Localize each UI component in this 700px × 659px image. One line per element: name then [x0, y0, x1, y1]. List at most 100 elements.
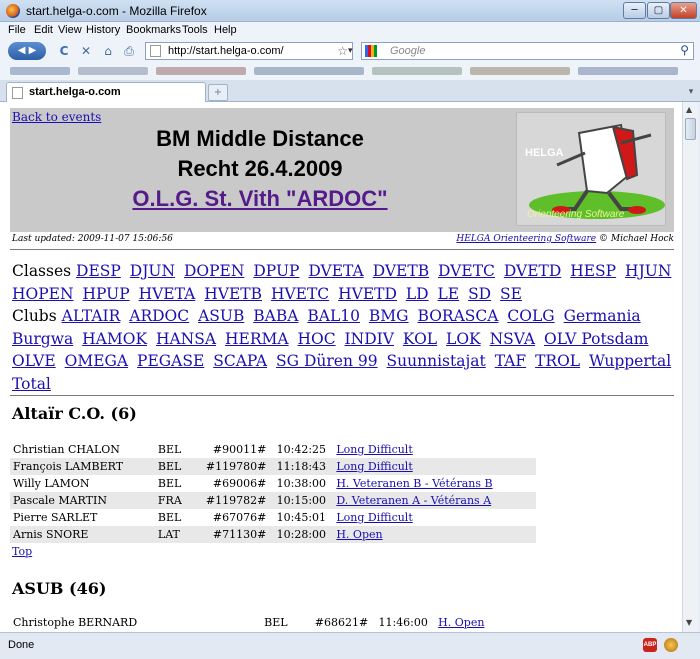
club-link[interactable]: LOK	[446, 330, 481, 348]
bookmark-item[interactable]	[10, 67, 70, 75]
club-link[interactable]: HERMA	[225, 330, 289, 348]
club-link[interactable]: TROL	[535, 352, 580, 370]
scrollbar-thumb[interactable]	[685, 118, 696, 140]
club-link[interactable]: OMEGA	[65, 352, 128, 370]
class-link[interactable]: HVETA	[139, 285, 196, 303]
scroll-down-icon[interactable]: ▼	[686, 618, 692, 627]
search-icon[interactable]: ⚲	[680, 42, 689, 58]
reload-icon[interactable]: C	[56, 42, 72, 60]
class-link[interactable]: SD	[468, 285, 491, 303]
bookmark-item[interactable]	[254, 67, 364, 75]
class-link[interactable]: HVETD	[338, 285, 397, 303]
runner-class-link[interactable]: Long Difficult	[336, 460, 412, 473]
club-link[interactable]: Total	[12, 375, 51, 393]
club-link[interactable]: BABA	[253, 307, 298, 325]
club-link[interactable]: PEGASE	[137, 352, 204, 370]
class-link[interactable]: SE	[500, 285, 522, 303]
home-icon[interactable]: ⌂	[100, 42, 116, 60]
class-link[interactable]: LD	[406, 285, 429, 303]
maximize-button[interactable]: ▢	[647, 2, 670, 19]
class-link[interactable]: DVETA	[308, 262, 363, 280]
club-link[interactable]: HAMOK	[82, 330, 147, 348]
club-link[interactable]: COLG	[507, 307, 554, 325]
google-icon[interactable]	[365, 45, 377, 57]
url-dropdown-icon[interactable]: ▾	[348, 42, 362, 60]
club-link[interactable]: BMG	[369, 307, 409, 325]
class-link[interactable]: HOPEN	[12, 285, 74, 303]
search-bar[interactable]: Google ⚲	[361, 42, 694, 60]
clubs-label: Clubs	[12, 307, 57, 325]
back-to-events-link[interactable]: Back to events	[12, 110, 101, 124]
helga-software-link[interactable]: HELGA Orienteering Software	[456, 234, 596, 244]
club-link[interactable]: ALTAIR	[62, 307, 121, 325]
menu-edit[interactable]: Edit	[34, 24, 53, 36]
club-link[interactable]: BAL10	[307, 307, 360, 325]
club-link[interactable]: SCAPA	[213, 352, 267, 370]
class-link[interactable]: DVETD	[504, 262, 561, 280]
runner-class-link[interactable]: Long Difficult	[336, 511, 412, 524]
scroll-up-icon[interactable]: ▲	[686, 105, 692, 114]
class-link[interactable]: DVETB	[373, 262, 429, 280]
runner-name-cell: Christian CHALON	[13, 443, 120, 456]
club-link[interactable]: Wuppertal	[589, 352, 671, 370]
bookmark-item[interactable]	[156, 67, 246, 75]
class-link[interactable]: DVETC	[438, 262, 495, 280]
runner-class-link[interactable]: D. Veteranen A - Vétérans A	[336, 494, 491, 507]
club-link[interactable]: ASUB	[198, 307, 244, 325]
class-link[interactable]: HJUN	[625, 262, 671, 280]
club-link[interactable]: HOC	[298, 330, 336, 348]
vertical-scrollbar[interactable]: ▲ ▼	[682, 102, 698, 632]
menu-tools[interactable]: Tools	[182, 24, 208, 36]
club-link[interactable]: Germania	[564, 307, 641, 325]
club-link[interactable]: HANSA	[156, 330, 216, 348]
club-link[interactable]: Burgwa	[12, 330, 73, 348]
new-tab-button[interactable]: +	[208, 84, 228, 101]
class-link[interactable]: HVETB	[204, 285, 262, 303]
club-link[interactable]: BORASCA	[418, 307, 499, 325]
club-link[interactable]: ARDOC	[129, 307, 189, 325]
table-row: Pascale MARTIN FRA #119782# 10:15:00 D. Vete…	[10, 492, 536, 509]
club-link[interactable]: KOL	[403, 330, 437, 348]
class-link[interactable]: DPUP	[253, 262, 299, 280]
class-link[interactable]: LE	[438, 285, 460, 303]
class-link[interactable]: DESP	[76, 262, 121, 280]
runner-class-link[interactable]: H. Open	[438, 616, 484, 629]
class-link[interactable]: HESP	[570, 262, 616, 280]
top-link[interactable]: Top	[12, 545, 32, 558]
runner-class-link[interactable]: Long Difficult	[336, 443, 412, 456]
club-link[interactable]: TAF	[495, 352, 526, 370]
adblock-icon[interactable]: ABP	[643, 638, 657, 652]
bookmark-item[interactable]	[470, 67, 570, 75]
menu-help[interactable]: Help	[214, 24, 237, 36]
stop-icon[interactable]: ✕	[78, 42, 94, 60]
close-button[interactable]: ✕	[670, 2, 697, 19]
organizer-club-link[interactable]: O.L.G. St. Vith "ARDOC"	[132, 186, 387, 211]
class-link[interactable]: HPUP	[82, 285, 129, 303]
class-link[interactable]: DOPEN	[184, 262, 244, 280]
menu-view[interactable]: View	[58, 24, 82, 36]
runner-class-link[interactable]: H. Veteranen B - Vétérans B	[336, 477, 492, 490]
club-link[interactable]: SG Düren 99	[276, 352, 378, 370]
bookmark-item[interactable]	[78, 67, 148, 75]
club-link[interactable]: INDIV	[345, 330, 394, 348]
minimize-button[interactable]: ─	[623, 2, 646, 19]
tab-active[interactable]: start.helga-o.com	[6, 82, 206, 102]
club-link[interactable]: NSVA	[490, 330, 536, 348]
class-link[interactable]: HVETC	[271, 285, 329, 303]
bookmark-item[interactable]	[372, 67, 462, 75]
menu-file[interactable]: File	[8, 24, 26, 36]
runner-class-link[interactable]: H. Open	[336, 528, 382, 541]
greasemonkey-icon[interactable]	[664, 638, 678, 652]
bookmark-star-icon[interactable]: ☆	[337, 43, 348, 59]
bookmark-item[interactable]	[578, 67, 678, 75]
club-link[interactable]: OLV Potsdam	[544, 330, 648, 348]
menu-history[interactable]: History	[86, 24, 120, 36]
back-forward-button[interactable]: ◀ ▶	[8, 42, 46, 60]
url-bar[interactable]: http://start.helga-o.com/ ☆	[145, 42, 353, 60]
class-link[interactable]: DJUN	[130, 262, 175, 280]
menu-bookmarks[interactable]: Bookmarks	[126, 24, 181, 36]
club-link[interactable]: Suunnistajat	[387, 352, 486, 370]
tab-list-icon[interactable]: ▾	[684, 84, 698, 100]
print-icon[interactable]: ⎙	[121, 42, 137, 60]
club-link[interactable]: OLVE	[12, 352, 56, 370]
